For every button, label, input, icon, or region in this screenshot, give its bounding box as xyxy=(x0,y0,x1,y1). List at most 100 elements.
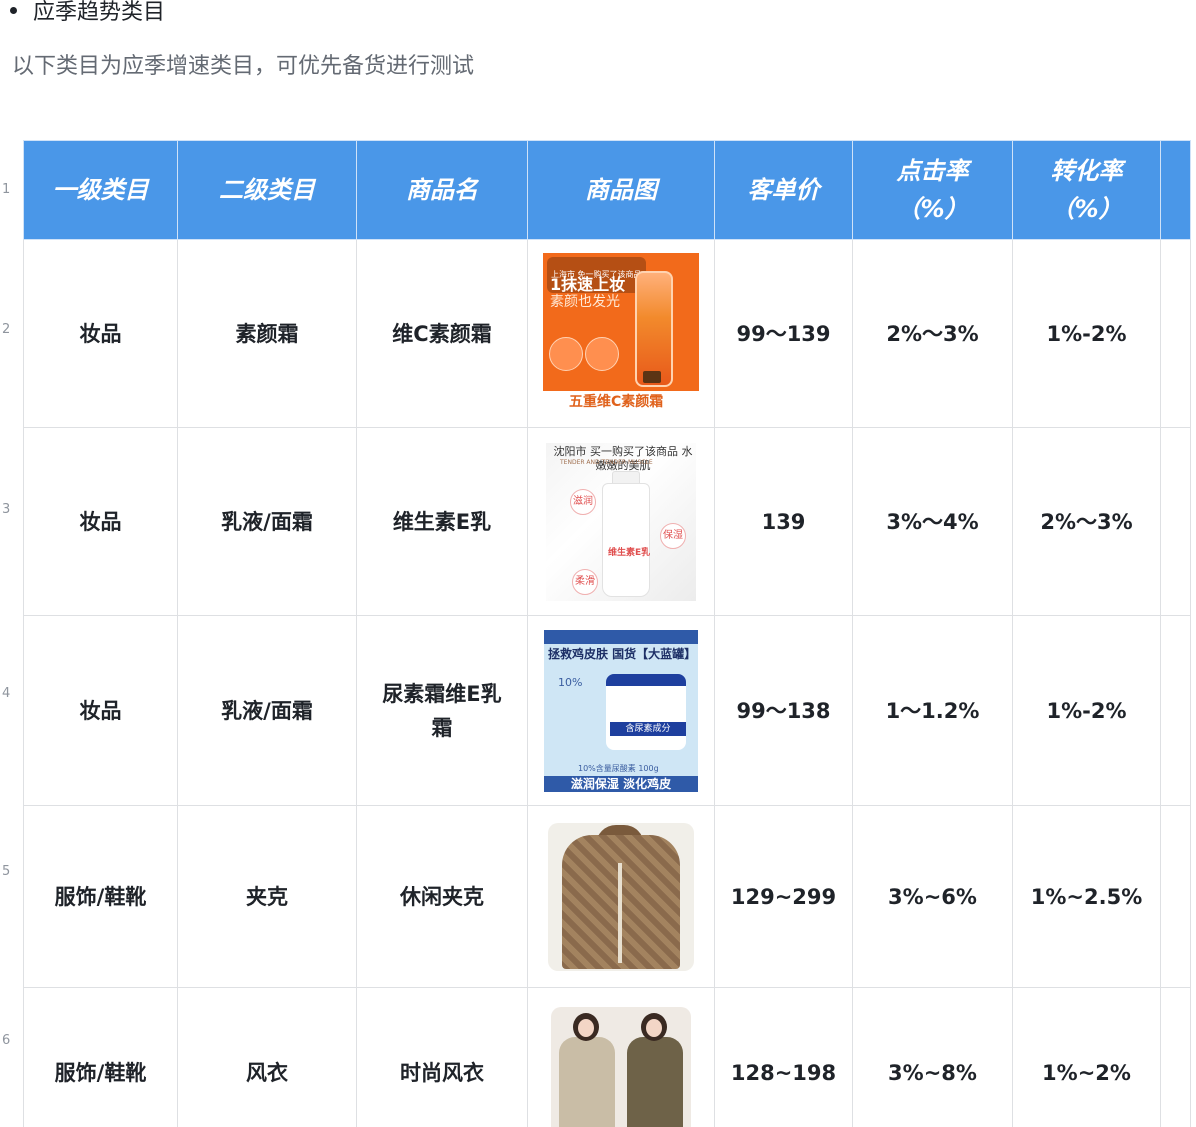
row-number[interactable]: 3 xyxy=(2,502,18,517)
cell-cat1[interactable]: 妆品 xyxy=(23,239,178,428)
image-caption: 五重维C素颜霜 xyxy=(569,393,664,410)
zipper-graphic xyxy=(618,862,622,963)
header-click-rate[interactable]: 点击率 （%） xyxy=(852,140,1013,240)
cell-price[interactable]: 128~198 xyxy=(714,987,853,1127)
cell-overflow[interactable] xyxy=(1160,805,1191,988)
cell-cat1[interactable]: 妆品 xyxy=(23,427,178,616)
jar-label: 含尿素成分 xyxy=(610,721,686,736)
lotion-product-image: 沈阳市 买一购买了该商品 水嫩嫩的美肌 TENDER AND TENDER MU… xyxy=(546,442,696,601)
cell-cat2[interactable]: 风衣 xyxy=(177,987,357,1127)
cell-cat1[interactable]: 妆品 xyxy=(23,615,178,806)
badge-icon xyxy=(549,336,583,371)
row-number[interactable]: 1 xyxy=(2,182,18,197)
table-row: 服饰/鞋靴 夹克 休闲夹克 129~299 3%~6% 1%~2.5% xyxy=(23,805,1191,988)
jar-graphic xyxy=(606,673,686,750)
cell-price[interactable]: 99～139 xyxy=(714,239,853,428)
cell-conversion-rate[interactable]: 2%～3% xyxy=(1012,427,1161,616)
section-heading: 应季趋势类目 xyxy=(33,0,166,25)
header-conversion-rate[interactable]: 转化率 （%） xyxy=(1012,140,1161,240)
cell-product-name[interactable]: 维生素E乳 xyxy=(356,427,528,616)
header-overflow[interactable] xyxy=(1160,140,1191,240)
cell-click-rate[interactable]: 3%~6% xyxy=(852,805,1013,988)
bullet-dot xyxy=(10,6,17,14)
image-subline: 素颜也发光 xyxy=(550,293,620,310)
header-product-name[interactable]: 商品名 xyxy=(356,140,528,240)
cell-cat1[interactable]: 服饰/鞋靴 xyxy=(23,805,178,988)
section-subtitle: 以下类目为应季增速类目，可优先备货进行测试 xyxy=(12,54,475,79)
section-bullet: 应季趋势类目 xyxy=(10,0,165,28)
cell-product-image[interactable]: 沈阳市 买一购买了该商品 水嫩嫩的美肌 TENDER AND TENDER MU… xyxy=(527,427,715,616)
header-cat1[interactable]: 一级类目 xyxy=(23,140,178,240)
table-row: 妆品 乳液/面霜 尿素霜维E乳霜 拯救鸡皮肤 国货【大蓝罐】 10% 含尿素成分… xyxy=(23,615,1191,806)
cell-conversion-rate[interactable]: 1%~2.5% xyxy=(1012,805,1161,988)
cell-conversion-rate[interactable]: 1%~2% xyxy=(1012,987,1161,1127)
bottle-graphic xyxy=(602,482,650,597)
cell-product-image[interactable] xyxy=(527,987,715,1127)
cell-product-image[interactable]: 拯救鸡皮肤 国货【大蓝罐】 10% 含尿素成分 10%含量尿酸素 100g 滋润… xyxy=(527,615,715,806)
row-number[interactable]: 6 xyxy=(2,1033,18,1048)
cell-click-rate[interactable]: 3%～4% xyxy=(852,427,1013,616)
table-row: 妆品 素颜霜 维C素颜霜 上海市 免一购买了该商品 1抹速上妆 素颜也发光 五重… xyxy=(23,239,1191,428)
header-conversion-rate-line2: （%） xyxy=(1050,195,1123,223)
row-number[interactable]: 2 xyxy=(2,322,18,337)
table-header-row: 一级类目 二级类目 商品名 商品图 客单价 点击率 （%） 转化率 （%） xyxy=(23,140,1191,240)
category-table: 一级类目 二级类目 商品名 商品图 客单价 点击率 （%） 转化率 （%） 妆品… xyxy=(23,140,1191,1127)
cell-product-name[interactable]: 维C素颜霜 xyxy=(356,239,528,428)
image-under-text: 10%含量尿酸素 100g xyxy=(578,763,659,773)
cell-cat2[interactable]: 素颜霜 xyxy=(177,239,357,428)
row-number[interactable]: 4 xyxy=(2,686,18,701)
model-coat-graphic xyxy=(559,1036,615,1127)
model-face-graphic xyxy=(578,1018,594,1037)
table-row: 服饰/鞋靴 风衣 时尚风衣 128~198 3%~8% 1%~2% xyxy=(23,987,1191,1127)
cell-overflow[interactable] xyxy=(1160,615,1191,806)
image-headline: 1抹速上妆 xyxy=(550,274,626,294)
cell-overflow[interactable] xyxy=(1160,427,1191,616)
badge-icon xyxy=(585,336,619,371)
feature-tag: 保湿 xyxy=(660,522,686,549)
model-coat-graphic xyxy=(627,1036,683,1127)
header-product-image[interactable]: 商品图 xyxy=(527,140,715,240)
image-subtitle: TENDER AND TENDER MUSCLE xyxy=(560,458,653,466)
trench-coat-product-image xyxy=(551,1006,691,1127)
header-cat2[interactable]: 二级类目 xyxy=(177,140,357,240)
cell-product-image[interactable]: 上海市 免一购买了该商品 1抹速上妆 素颜也发光 五重维C素颜霜 xyxy=(527,239,715,428)
row-number[interactable]: 5 xyxy=(2,864,18,879)
cell-product-name[interactable]: 时尚风衣 xyxy=(356,987,528,1127)
cell-price[interactable]: 99～138 xyxy=(714,615,853,806)
cell-click-rate[interactable]: 1～1.2% xyxy=(852,615,1013,806)
bottle-cap-graphic xyxy=(643,370,661,383)
cell-click-rate[interactable]: 2%～3% xyxy=(852,239,1013,428)
image-topbar xyxy=(544,629,698,644)
cell-cat2[interactable]: 夹克 xyxy=(177,805,357,988)
cell-overflow[interactable] xyxy=(1160,987,1191,1127)
image-bottom-banner: 滋润保湿 淡化鸡皮 xyxy=(544,775,698,792)
cell-click-rate[interactable]: 3%~8% xyxy=(852,987,1013,1127)
header-click-rate-line2: （%） xyxy=(896,195,969,223)
feature-tag: 滋润 xyxy=(570,488,596,515)
header-conversion-rate-line1: 转化率 xyxy=(1050,157,1123,185)
bottle-graphic xyxy=(635,270,673,387)
cell-price[interactable]: 139 xyxy=(714,427,853,616)
header-click-rate-line1: 点击率 xyxy=(896,157,969,185)
feature-tag: 柔滑 xyxy=(572,568,598,595)
cream-jar-product-image: 拯救鸡皮肤 国货【大蓝罐】 10% 含尿素成分 10%含量尿酸素 100g 滋润… xyxy=(544,629,698,792)
table-row: 妆品 乳液/面霜 维生素E乳 沈阳市 买一购买了该商品 水嫩嫩的美肌 TENDE… xyxy=(23,427,1191,616)
cell-product-image[interactable] xyxy=(527,805,715,988)
cell-product-name[interactable]: 尿素霜维E乳霜 xyxy=(356,615,528,806)
cell-product-name[interactable]: 休闲夹克 xyxy=(356,805,528,988)
cell-conversion-rate[interactable]: 1%-2% xyxy=(1012,239,1161,428)
cell-conversion-rate[interactable]: 1%-2% xyxy=(1012,615,1161,806)
product-name-text: 尿素霜维E乳霜 xyxy=(382,681,502,740)
cell-cat2[interactable]: 乳液/面霜 xyxy=(177,615,357,806)
cell-overflow[interactable] xyxy=(1160,239,1191,428)
model-face-graphic xyxy=(646,1018,662,1037)
serum-product-image: 上海市 免一购买了该商品 1抹速上妆 素颜也发光 五重维C素颜霜 xyxy=(543,252,699,415)
image-percent: 10% xyxy=(558,675,583,689)
header-price[interactable]: 客单价 xyxy=(714,140,853,240)
cell-cat1[interactable]: 服饰/鞋靴 xyxy=(23,987,178,1127)
cell-cat2[interactable]: 乳液/面霜 xyxy=(177,427,357,616)
bottle-label: 维生素E乳 xyxy=(608,547,651,558)
document-page: 应季趋势类目 以下类目为应季增速类目，可优先备货进行测试 1 2 3 4 5 6… xyxy=(0,0,1196,1127)
cell-price[interactable]: 129~299 xyxy=(714,805,853,988)
image-title: 拯救鸡皮肤 国货【大蓝罐】 xyxy=(548,646,697,661)
